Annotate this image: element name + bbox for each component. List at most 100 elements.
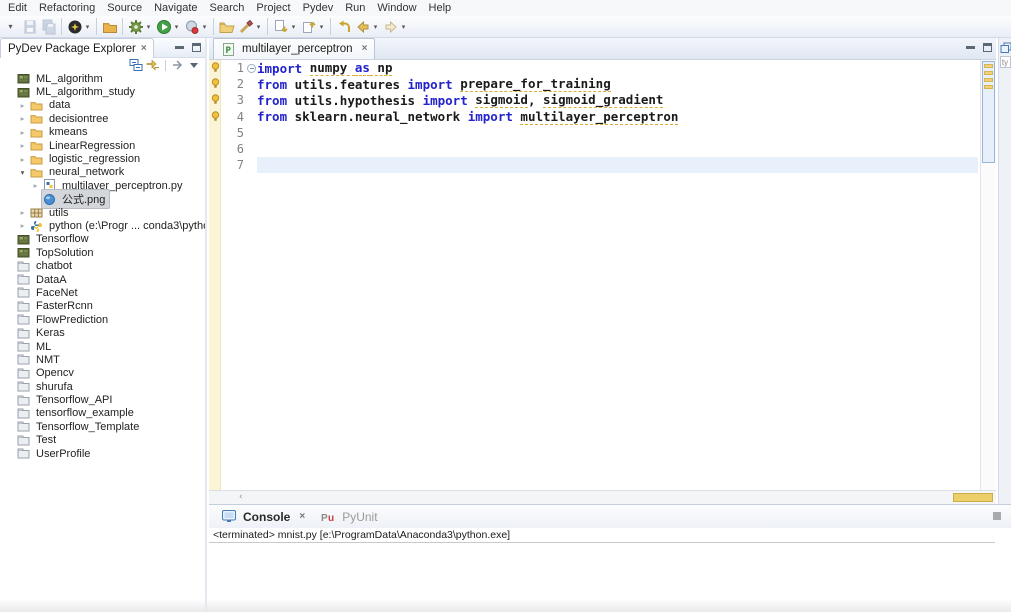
tree-item-content: UserProfile	[15, 446, 95, 461]
debug-button[interactable]: ▾	[126, 17, 154, 37]
package-explorer-tree: ML_algorithmML_algorithm_study▸data▸deci…	[0, 72, 205, 460]
back-dropdown-caret-icon[interactable]: ▾	[371, 23, 380, 31]
expander-collapsed-icon[interactable]: ▸	[17, 101, 28, 110]
expander-collapsed-icon[interactable]: ▸	[30, 181, 41, 190]
console-tab-label: Console	[243, 510, 290, 524]
console-tab-label: PyUnit	[342, 510, 377, 524]
console-toolbar-minimized-icon[interactable]	[993, 512, 1001, 520]
new-wizard-dropdown-caret-icon[interactable]: ▾	[83, 23, 92, 31]
menu-navigate[interactable]: Navigate	[148, 1, 203, 15]
coverage-button[interactable]: ▾	[182, 17, 210, 37]
minimized-view-bar: ty	[998, 38, 1011, 504]
code-line-2[interactable]: 2 from utils.features import prepare_for_…	[209, 76, 978, 92]
code-token: import	[408, 77, 453, 92]
maximize-editor-icon[interactable]	[983, 43, 992, 52]
line-number: 1	[222, 61, 246, 75]
warning-gutter-icon[interactable]	[209, 62, 222, 74]
open-pydev-folder-button[interactable]	[217, 17, 236, 37]
code-text[interactable]	[257, 157, 978, 173]
warning-gutter-icon[interactable]	[209, 78, 222, 90]
debug-dropdown-caret-icon[interactable]: ▾	[144, 23, 153, 31]
warning-gutter-icon[interactable]	[209, 94, 222, 106]
menu-edit[interactable]: Edit	[2, 1, 33, 15]
tab-console[interactable]: Console ×	[214, 506, 313, 528]
new-wizard-button[interactable]: ▾	[65, 17, 93, 37]
code-line-5[interactable]: 5	[209, 125, 978, 141]
coverage-icon	[183, 18, 200, 35]
expander-collapsed-icon[interactable]: ▸	[17, 155, 28, 164]
link-with-editor-icon[interactable]	[146, 59, 160, 72]
warning-gutter-icon[interactable]	[209, 111, 222, 123]
tab-pyunit[interactable]: PuPyUnit	[313, 506, 385, 528]
overview-ruler[interactable]	[980, 60, 996, 490]
coverage-dropdown-caret-icon[interactable]: ▾	[200, 23, 209, 31]
fold-marker-icon[interactable]	[246, 64, 257, 73]
code-line-1[interactable]: 1 import numpy as np	[209, 60, 978, 76]
horizontal-scrollbar[interactable]: ‹	[209, 490, 996, 504]
menu-run[interactable]: Run	[339, 1, 371, 15]
last-edit-location-button[interactable]	[334, 17, 353, 37]
menu-project[interactable]: Project	[250, 1, 296, 15]
maximize-view-icon[interactable]	[192, 43, 201, 52]
expander-collapsed-icon[interactable]: ▸	[17, 114, 28, 123]
menu-refactoring[interactable]: Refactoring	[33, 1, 101, 15]
tree-item-userprofile[interactable]: UserProfile	[0, 447, 205, 460]
menu-pydev[interactable]: Pydev	[297, 1, 340, 15]
minimized-view-partial[interactable]: ty	[1000, 56, 1011, 68]
back-button[interactable]: ▾	[353, 17, 381, 37]
close-icon[interactable]: ×	[299, 512, 305, 522]
editor-tab-bar: P multilayer_perceptron ×	[209, 38, 996, 60]
search-button[interactable]: ▾	[236, 17, 264, 37]
close-icon[interactable]: ×	[362, 44, 368, 54]
close-icon[interactable]: ×	[141, 44, 147, 54]
code-text[interactable]	[257, 125, 978, 141]
code-text[interactable]	[257, 141, 978, 157]
forward-button[interactable]: ▾	[381, 17, 409, 37]
save-button[interactable]	[20, 17, 39, 37]
open-resource-button[interactable]	[100, 17, 119, 37]
code-line-7[interactable]: 7	[209, 157, 978, 173]
tab-multilayer-perceptron[interactable]: P multilayer_perceptron ×	[213, 38, 375, 59]
previous-annotation-dropdown-caret-icon[interactable]: ▾	[317, 23, 326, 31]
collapse-fold-icon[interactable]	[247, 64, 256, 73]
expander-collapsed-icon[interactable]: ▸	[17, 208, 28, 217]
expander-expanded-icon[interactable]: ▾	[17, 168, 28, 177]
code-line-4[interactable]: 4from sklearn.neural_network import mult…	[209, 109, 978, 125]
next-annotation-button[interactable]: ▾	[271, 17, 299, 37]
next-annotation-dropdown-caret-icon[interactable]: ▾	[289, 23, 298, 31]
save-all-button[interactable]	[39, 17, 58, 37]
tab-package-explorer[interactable]: PyDev Package Explorer ×	[0, 38, 154, 58]
menu-search[interactable]: Search	[204, 1, 251, 15]
expander-collapsed-icon[interactable]: ▸	[17, 221, 28, 230]
minimize-editor-icon[interactable]	[966, 46, 975, 49]
minimize-view-icon[interactable]	[175, 46, 184, 49]
code-line-3[interactable]: 3from utils.hypothesis import sigmoid, s…	[209, 92, 978, 108]
expander-collapsed-icon[interactable]: ▸	[17, 141, 28, 150]
toolbar-separator	[165, 60, 166, 71]
vertical-scrollbar-thumb[interactable]	[982, 61, 995, 163]
code-line-6[interactable]: 6	[209, 141, 978, 157]
line-number: 2	[222, 77, 246, 91]
view-menu-icon[interactable]	[188, 59, 200, 72]
previous-annotation-button[interactable]: ▾	[299, 17, 327, 37]
toolbar-overflow-button[interactable]: ▾	[1, 17, 20, 37]
code-editor[interactable]: 1 import numpy as np 2 from utils.features …	[209, 60, 996, 490]
code-text[interactable]: from sklearn.neural_network import multi…	[257, 109, 978, 125]
collapse-all-icon[interactable]	[129, 59, 143, 72]
menu-help[interactable]: Help	[423, 1, 458, 15]
horizontal-scrollbar-thumb[interactable]	[953, 493, 993, 502]
code-token: as	[355, 60, 370, 76]
search-dropdown-caret-icon[interactable]: ▾	[254, 23, 263, 31]
focus-view-icon[interactable]	[171, 59, 185, 72]
restore-view-icon[interactable]	[1000, 42, 1011, 54]
menu-window[interactable]: Window	[371, 1, 422, 15]
code-text[interactable]: import numpy as np	[257, 60, 978, 76]
code-text[interactable]: from utils.hypothesis import sigmoid, si…	[257, 92, 978, 108]
forward-dropdown-caret-icon[interactable]: ▾	[399, 23, 408, 31]
run-button[interactable]: ▾	[154, 17, 182, 37]
scroll-left-icon[interactable]: ‹	[239, 491, 243, 504]
code-text[interactable]: from utils.features import prepare_for_t…	[257, 76, 978, 92]
run-dropdown-caret-icon[interactable]: ▾	[172, 23, 181, 31]
menu-source[interactable]: Source	[101, 1, 148, 15]
expander-collapsed-icon[interactable]: ▸	[17, 128, 28, 137]
